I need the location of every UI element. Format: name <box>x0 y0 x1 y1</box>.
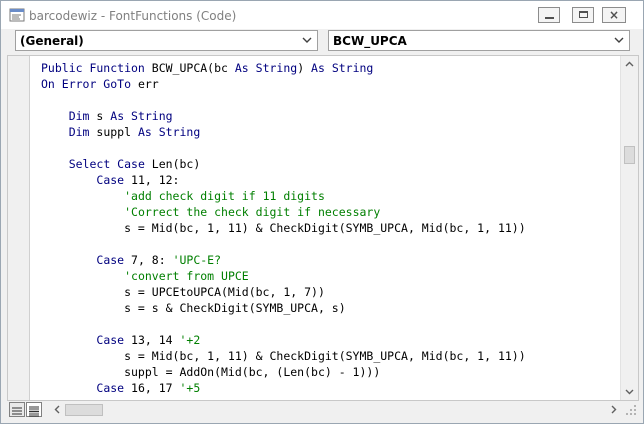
vertical-scrollbar[interactable] <box>620 56 638 400</box>
scroll-up-arrow-icon[interactable] <box>625 60 634 69</box>
code-keyword: Case <box>96 253 132 267</box>
code-text: s = UPCEtoUPCA(Mid(bc, 1, 7)) <box>41 285 325 299</box>
code-text: s <box>96 109 111 123</box>
scroll-right-arrow-icon[interactable] <box>609 405 618 414</box>
code-text: s = Mid(bc, 1, 11) & CheckDigit(SYMB_UPC… <box>41 349 526 363</box>
code-line[interactable]: suppl = AddOn(Mid(bc, (Len(bc) - 1))) <box>41 364 619 380</box>
code-keyword: As String <box>137 125 201 139</box>
code-text: 7, 8: <box>131 253 173 267</box>
code-text: BCW_UPCA(bc <box>151 61 235 75</box>
full-module-view-button[interactable] <box>26 402 42 417</box>
code-line[interactable]: Dim s As String <box>41 108 619 124</box>
chevron-down-icon[interactable] <box>301 34 313 46</box>
combo-bar: (General) BCW_UPCA <box>1 29 643 53</box>
procedure-dropdown[interactable]: BCW_UPCA <box>328 30 630 51</box>
maximize-icon <box>579 11 588 18</box>
full-module-view-icon <box>29 406 39 417</box>
bottom-bar <box>7 401 639 419</box>
code-text: s = Mid(bc, 1, 11) & CheckDigit(SYMB_UPC… <box>41 221 526 235</box>
code-line[interactable] <box>41 92 619 108</box>
code-line[interactable]: Case 16, 17 '+5 <box>41 380 619 396</box>
close-button[interactable]: × <box>602 7 626 23</box>
title-bar[interactable]: barcodewiz - FontFunctions (Code) × <box>1 1 643 29</box>
code-line[interactable]: Case 7, 8: 'UPC-E? <box>41 252 619 268</box>
code-keyword: As String <box>110 109 173 123</box>
procedure-view-button[interactable] <box>9 402 25 417</box>
code-line[interactable] <box>41 236 619 252</box>
code-line[interactable]: 'add check digit if 11 digits <box>41 188 619 204</box>
minimize-button[interactable] <box>538 7 560 23</box>
code-line[interactable]: s = UPCEtoUPCA(Mid(bc, 1, 7)) <box>41 284 619 300</box>
code-text: err <box>137 77 159 91</box>
code-line[interactable]: Dim suppl As String <box>41 124 619 140</box>
maximize-button[interactable] <box>572 7 594 23</box>
code-comment: 'convert from UPCE <box>124 269 249 283</box>
minimize-icon <box>545 17 554 19</box>
code-keyword: Dim <box>68 125 97 139</box>
code-line[interactable]: Case 11, 12: <box>41 172 619 188</box>
code-line[interactable]: 'convert from UPCE <box>41 268 619 284</box>
code-text-area[interactable]: Public Function BCW_UPCA(bc As String) A… <box>41 60 619 396</box>
code-comment: '+2 <box>179 333 201 347</box>
code-line[interactable]: 'Correct the check digit if necessary <box>41 204 619 220</box>
code-editor[interactable]: Public Function BCW_UPCA(bc As String) A… <box>7 55 639 401</box>
code-text: 11, 12: <box>131 173 180 187</box>
chevron-down-icon[interactable] <box>613 34 625 46</box>
code-keyword: As String <box>311 61 374 75</box>
code-keyword: Case <box>96 173 132 187</box>
procedure-dropdown-value: BCW_UPCA <box>333 34 407 48</box>
scroll-left-arrow-icon[interactable] <box>53 405 62 414</box>
vertical-scroll-thumb[interactable] <box>624 145 635 165</box>
object-dropdown-value: (General) <box>20 34 84 48</box>
code-line[interactable]: s = Mid(bc, 1, 11) & CheckDigit(SYMB_UPC… <box>41 348 619 364</box>
scroll-down-arrow-icon[interactable] <box>625 387 634 396</box>
procedure-view-icon <box>12 407 22 415</box>
code-keyword: Dim <box>68 109 97 123</box>
horizontal-scrollbar[interactable] <box>47 401 622 419</box>
code-window: barcodewiz - FontFunctions (Code) × (Gen… <box>0 0 644 424</box>
code-text: suppl = AddOn(Mid(bc, (Len(bc) - 1))) <box>41 365 381 379</box>
code-keyword: Case <box>96 333 132 347</box>
code-line[interactable]: On Error GoTo err <box>41 76 619 92</box>
code-line[interactable]: s = s & CheckDigit(SYMB_UPCA, s) <box>41 300 619 316</box>
code-line[interactable]: Public Function BCW_UPCA(bc As String) A… <box>41 60 619 76</box>
code-text: 13, 14 <box>131 333 180 347</box>
code-keyword: Select Case <box>68 157 152 171</box>
resize-grip-icon[interactable] <box>624 403 638 417</box>
object-dropdown[interactable]: (General) <box>15 30 318 51</box>
code-keyword: Public Function <box>41 61 152 75</box>
code-text: 16, 17 <box>131 381 180 395</box>
code-text: Len(bc) <box>151 157 201 171</box>
horizontal-scroll-thumb[interactable] <box>65 404 103 416</box>
code-line[interactable] <box>41 316 619 332</box>
code-keyword: As String <box>234 61 298 75</box>
code-comment: 'Correct the check digit if necessary <box>124 205 381 219</box>
close-icon: × <box>608 8 620 22</box>
code-text: suppl <box>96 125 138 139</box>
window-title: barcodewiz - FontFunctions (Code) <box>29 9 237 23</box>
code-keyword: Case <box>96 381 132 395</box>
code-text: ) <box>297 61 312 75</box>
code-line[interactable]: Case 13, 14 '+2 <box>41 332 619 348</box>
code-text: s = s & CheckDigit(SYMB_UPCA, s) <box>41 301 346 315</box>
code-comment: 'add check digit if 11 digits <box>124 189 325 203</box>
margin-indicator-bar[interactable] <box>8 56 30 400</box>
code-keyword: On Error GoTo <box>41 77 138 91</box>
code-comment: 'UPC-E? <box>172 253 222 267</box>
code-line[interactable]: s = Mid(bc, 1, 11) & CheckDigit(SYMB_UPC… <box>41 220 619 236</box>
vba-project-icon <box>9 8 25 22</box>
code-line[interactable]: Select Case Len(bc) <box>41 156 619 172</box>
code-line[interactable] <box>41 140 619 156</box>
code-comment: '+5 <box>179 381 201 395</box>
